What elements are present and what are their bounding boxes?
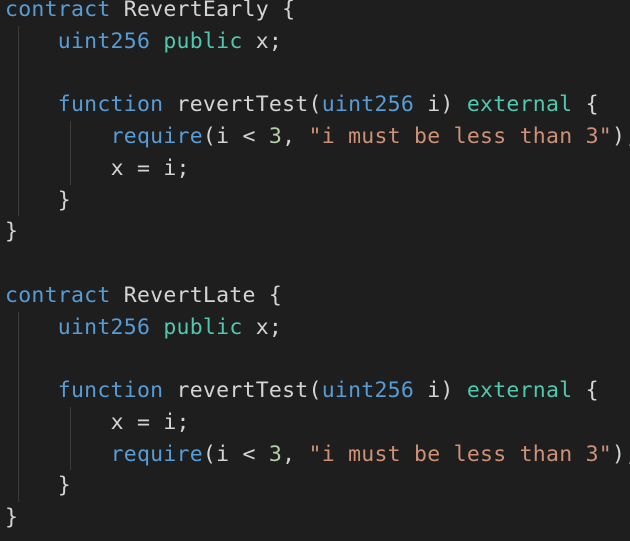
indent-guide [17, 406, 19, 439]
indent-guide [17, 25, 19, 58]
code-token: ); [611, 441, 630, 467]
indent-guide [17, 470, 19, 502]
code-token: ); [611, 124, 630, 149]
code-token: (i < [202, 124, 269, 149]
code-line[interactable]: uint256 public x; [5, 311, 625, 344]
code-token: uint256 [321, 92, 415, 118]
code-token: 3 [268, 441, 283, 467]
code-token: i) [414, 378, 467, 403]
code-token: contract [5, 0, 111, 22]
code-token: revertTest( [163, 92, 322, 118]
code-line[interactable] [5, 248, 625, 280]
code-token: x; [242, 314, 283, 340]
indent-guide [17, 375, 19, 407]
indent-guide [17, 184, 19, 217]
code-token: "i must be less than 3" [308, 124, 612, 149]
code-token: external [466, 92, 573, 118]
code-line[interactable]: function revertTest(uint256 i) external … [5, 375, 625, 407]
code-line[interactable]: uint256 public x; [5, 25, 625, 58]
code-token: 3 [268, 124, 283, 149]
code-line[interactable]: require(i < 3, "i must be less than 3"); [5, 438, 630, 471]
indent-guide [70, 406, 71, 439]
code-token: require [110, 441, 203, 467]
code-token: (i < [202, 441, 269, 467]
code-token: contract [5, 282, 111, 308]
code-token: , [282, 124, 309, 149]
code-token: external [466, 378, 573, 403]
code-token: RevertLate { [110, 282, 283, 308]
indent-guide [17, 152, 19, 185]
code-token: "i must be less than 3" [308, 441, 612, 467]
code-line[interactable] [5, 57, 625, 90]
indent-guide [17, 89, 19, 121]
code-line[interactable]: contract RevertLate { [5, 280, 625, 312]
code-line[interactable]: function revertTest(uint256 i) external … [5, 89, 625, 121]
code-token: { [572, 92, 599, 118]
indent-guide [70, 152, 71, 185]
code-token: revertTest( [163, 378, 322, 403]
code-area[interactable]: contract RevertEarly { uint256 public x;… [5, 0, 630, 534]
code-token: public [163, 28, 243, 54]
code-line[interactable]: } [5, 184, 625, 217]
code-line[interactable]: x = i; [5, 406, 625, 439]
code-token: x = i; [110, 409, 190, 435]
code-token: public [163, 314, 243, 340]
indent-guide [70, 438, 71, 471]
code-token: uint256 [57, 314, 151, 340]
code-token: x = i; [110, 155, 190, 181]
code-token: i) [414, 92, 467, 118]
code-token: x; [242, 28, 283, 54]
code-line[interactable]: contract RevertEarly { [5, 0, 625, 26]
indent-guide [17, 311, 19, 344]
indent-guide [17, 57, 19, 90]
indent-guide [70, 121, 71, 153]
code-token: require [110, 124, 203, 149]
indent-guide [17, 121, 19, 153]
code-token: RevertEarly { [110, 0, 296, 22]
indent-guide [17, 343, 19, 375]
code-line[interactable]: } [5, 502, 625, 534]
code-line[interactable]: x = i; [5, 152, 625, 185]
code-token: function [57, 378, 164, 403]
code-editor[interactable]: contract RevertEarly { uint256 public x;… [0, 0, 630, 541]
code-token: } [5, 505, 19, 530]
indent-guide [17, 438, 19, 471]
code-token: } [5, 219, 19, 245]
code-line[interactable]: } [5, 216, 625, 248]
code-line[interactable]: } [5, 470, 625, 502]
code-line[interactable] [5, 343, 625, 375]
code-line[interactable]: require(i < 3, "i must be less than 3"); [5, 121, 630, 153]
code-token: { [572, 378, 599, 403]
code-token: } [57, 187, 71, 213]
code-token: uint256 [321, 378, 415, 403]
code-token: uint256 [57, 28, 151, 54]
code-token: , [282, 441, 309, 467]
code-token: } [57, 473, 71, 499]
code-token: function [57, 92, 164, 118]
